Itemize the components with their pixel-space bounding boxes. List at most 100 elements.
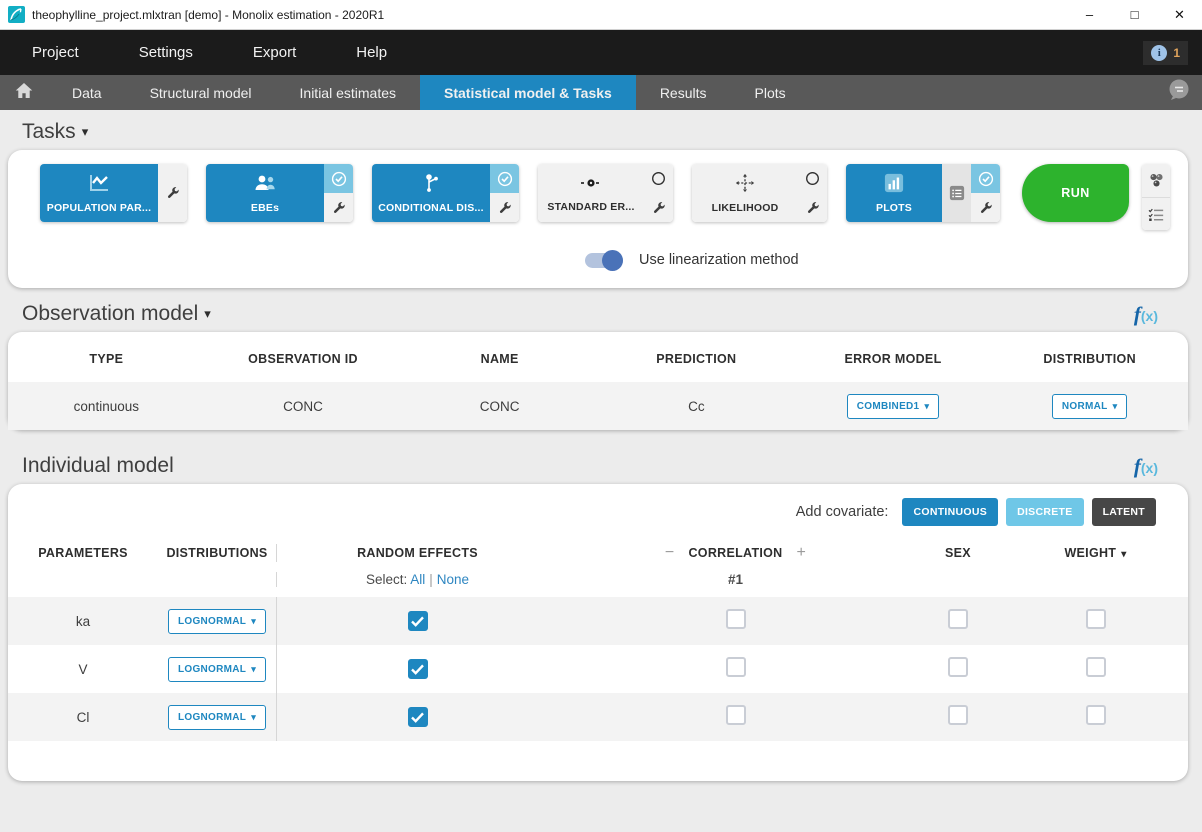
V-sex-checkbox[interactable] (948, 657, 968, 677)
observation-model-card: TYPE OBSERVATION ID NAME PREDICTION ERRO… (8, 332, 1188, 430)
tab-plots[interactable]: Plots (731, 75, 810, 110)
Cl-random-effect-checkbox[interactable] (408, 707, 428, 727)
observation-fx-icon[interactable]: f(x) (1134, 304, 1158, 325)
close-button[interactable]: ✕ (1157, 0, 1202, 29)
col-error-model: ERROR MODEL (795, 352, 992, 366)
select-none-link[interactable]: None (437, 572, 469, 587)
individual-table-subheader: Select: All|None #1 (8, 566, 1188, 597)
Cl-distribution-dropdown[interactable]: LOGNORMAL (168, 705, 266, 730)
ka-sex-checkbox[interactable] (948, 609, 968, 629)
conditional-selected-check-icon[interactable] (490, 164, 519, 193)
add-covariate-label: Add covariate: (796, 504, 889, 520)
likelihood-unselected-circle-icon[interactable] (798, 164, 827, 193)
plots-list-selector-icon[interactable] (942, 164, 971, 222)
col-type: TYPE (8, 352, 205, 366)
collapse-caret-icon: ▾ (82, 124, 89, 139)
select-all-link[interactable]: All (410, 572, 425, 587)
select-label: Select: (366, 572, 407, 587)
minimize-button[interactable]: – (1067, 0, 1112, 29)
tab-results[interactable]: Results (636, 75, 731, 110)
col-parameters: PARAMETERS (8, 546, 158, 560)
task-likelihood-button[interactable]: LIKELIHOOD (692, 164, 827, 222)
linearization-toggle[interactable] (585, 253, 623, 268)
likelihood-icon (734, 173, 756, 198)
individual-model-card: Add covariate: CONTINUOUS DISCRETE LATEN… (8, 484, 1188, 781)
remove-correlation-button[interactable]: − (665, 544, 675, 562)
plots-settings-wrench-icon[interactable] (971, 193, 1000, 222)
tab-statistical-model-tasks[interactable]: Statistical model & Tasks (420, 75, 636, 110)
tasks-card: POPULATION PAR... EBEs CONDIT (8, 150, 1188, 288)
task-plots-button[interactable]: PLOTS (846, 164, 1000, 222)
task-population-parameters-button[interactable]: POPULATION PAR... (40, 164, 187, 222)
menu-bar: Project Settings Export Help i 1 (0, 30, 1202, 75)
scenario-icon[interactable] (1142, 164, 1170, 197)
Cl-sex-checkbox[interactable] (948, 705, 968, 725)
V-correlation-checkbox[interactable] (726, 657, 746, 677)
main-content: Tasks▾ POPULATION PAR... EBEs (0, 110, 1202, 781)
tasks-section-title[interactable]: Tasks▾ (22, 120, 88, 144)
monolix-logo-icon (8, 6, 25, 23)
info-icon[interactable]: i (1151, 45, 1167, 61)
menu-help[interactable]: Help (342, 34, 401, 71)
add-correlation-button[interactable]: + (797, 544, 807, 562)
ka-weight-checkbox[interactable] (1086, 609, 1106, 629)
col-sex: SEX (913, 546, 1003, 560)
run-button[interactable]: RUN (1022, 164, 1129, 222)
home-tab[interactable] (0, 75, 48, 110)
col-observation-id: OBSERVATION ID (205, 352, 402, 366)
V-distribution-dropdown[interactable]: LOGNORMAL (168, 657, 266, 682)
standard-errors-settings-wrench-icon[interactable] (644, 193, 673, 222)
observation-model-section-title[interactable]: Observation model▾ (22, 302, 211, 326)
obs-type-value: continuous (8, 399, 205, 414)
error-model-dropdown[interactable]: COMBINED1 (847, 394, 940, 419)
individual-fx-icon[interactable]: f(x) (1134, 456, 1158, 477)
task-conditional-distribution-button[interactable]: CONDITIONAL DIS... (372, 164, 519, 222)
ebes-selected-check-icon[interactable] (324, 164, 353, 193)
standard-errors-icon (579, 174, 603, 197)
menu-settings[interactable]: Settings (125, 34, 207, 71)
individual-model-section-title: Individual model (22, 454, 174, 478)
task-checklist-icon[interactable] (1142, 197, 1170, 230)
feedback-chat-button[interactable] (1156, 75, 1202, 110)
add-continuous-covariate-button[interactable]: CONTINUOUS (902, 498, 998, 526)
standard-errors-unselected-circle-icon[interactable] (644, 164, 673, 193)
likelihood-settings-wrench-icon[interactable] (798, 193, 827, 222)
home-icon (15, 82, 33, 104)
menu-export[interactable]: Export (239, 34, 310, 71)
tab-data[interactable]: Data (48, 75, 126, 110)
col-random-effects: RANDOM EFFECTS (276, 544, 558, 562)
tab-initial-estimates[interactable]: Initial estimates (276, 75, 420, 110)
col-weight-dropdown[interactable]: WEIGHT (1003, 546, 1188, 560)
correlation-group-label: #1 (558, 572, 913, 587)
plots-bar-chart-icon (883, 173, 905, 198)
tab-structural-model[interactable]: Structural model (126, 75, 276, 110)
observation-table-row: continuous CONC CONC Cc COMBINED1 NORMAL (8, 382, 1188, 430)
ka-distribution-dropdown[interactable]: LOGNORMAL (168, 609, 266, 634)
collapse-caret-icon: ▾ (204, 306, 211, 321)
ka-correlation-checkbox[interactable] (726, 609, 746, 629)
add-covariate-row: Add covariate: CONTINUOUS DISCRETE LATEN… (8, 484, 1188, 530)
plots-selected-check-icon[interactable] (971, 164, 1000, 193)
distribution-dropdown[interactable]: NORMAL (1052, 394, 1128, 419)
window-title: theophylline_project.mlxtran [demo] - Mo… (32, 8, 1067, 22)
menu-project[interactable]: Project (18, 34, 93, 71)
parameter-name: Cl (8, 710, 158, 725)
task-standard-errors-button[interactable]: STANDARD ER... (538, 164, 673, 222)
add-discrete-covariate-button[interactable]: DISCRETE (1006, 498, 1084, 526)
task-ebes-button[interactable]: EBEs (206, 164, 353, 222)
Cl-correlation-checkbox[interactable] (726, 705, 746, 725)
notification-area[interactable]: i 1 (1143, 41, 1188, 65)
col-correlation: CORRELATION (688, 546, 782, 560)
V-weight-checkbox[interactable] (1086, 657, 1106, 677)
ebes-settings-wrench-icon[interactable] (324, 193, 353, 222)
population-settings-wrench-icon[interactable] (158, 164, 187, 222)
maximize-button[interactable]: □ (1112, 0, 1157, 29)
ka-random-effect-checkbox[interactable] (408, 611, 428, 631)
conditional-settings-wrench-icon[interactable] (490, 193, 519, 222)
Cl-weight-checkbox[interactable] (1086, 705, 1106, 725)
parameter-row-ka: ka LOGNORMAL (8, 597, 1188, 645)
col-prediction: PREDICTION (598, 352, 795, 366)
parameter-name: ka (8, 614, 158, 629)
add-latent-covariate-button[interactable]: LATENT (1092, 498, 1156, 526)
V-random-effect-checkbox[interactable] (408, 659, 428, 679)
